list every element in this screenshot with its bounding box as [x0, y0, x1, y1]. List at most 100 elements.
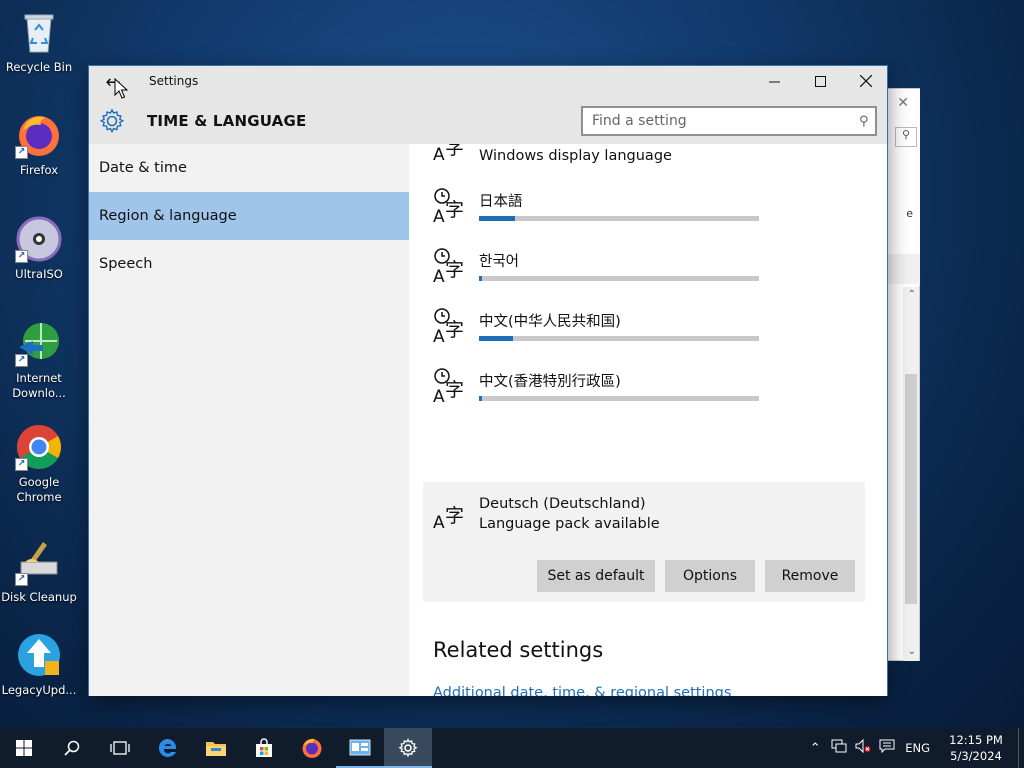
control-panel-icon [349, 739, 371, 756]
language-item[interactable]: A 字 日本語 [433, 186, 863, 246]
title-bar: ← Settings TIME & LANGUAGE ⚲ [89, 66, 887, 144]
windows-logo-icon [16, 740, 32, 756]
progress-fill [479, 396, 482, 401]
svg-text:字: 字 [445, 379, 464, 401]
close-icon [860, 75, 872, 87]
additional-regional-settings-link[interactable]: Additional date, time, & regional settin… [433, 685, 731, 696]
desktop-icon-label: Google Chrome [16, 475, 62, 504]
shortcut-arrow-icon: ↗ [15, 354, 28, 367]
language-item[interactable]: A 字 中文(中华人民共和国) [433, 306, 863, 366]
sidebar-item-date-time[interactable]: Date & time [89, 144, 409, 192]
firefox-icon [302, 738, 322, 758]
progress-fill [479, 216, 516, 221]
chevron-up-icon[interactable]: ⌃ [908, 289, 916, 300]
desktop-icon-ultraiso[interactable]: ↗ UltraISO [0, 215, 78, 282]
page-title: TIME & LANGUAGE [147, 112, 307, 130]
language-item[interactable]: A 字 Windows display language [433, 144, 863, 184]
desktop-icon-label: Firefox [19, 163, 59, 177]
gear-icon [99, 108, 125, 134]
svg-text:A: A [433, 267, 445, 286]
desktop-icon-recycle-bin[interactable]: Recycle Bin [0, 8, 78, 75]
firefox-icon: ↗ [15, 111, 63, 159]
language-name: 中文(中华人民共和国) [479, 314, 621, 330]
globe-download-icon: ↗ [15, 319, 63, 367]
taskbar: ⌃ ENG 12:15 PM 5/3/2024 [0, 728, 1024, 768]
svg-text:字: 字 [445, 259, 464, 281]
truncated-text: e [906, 207, 913, 220]
language-list: A 字 Windows display language A 字 日本語 A 字… [409, 144, 887, 696]
download-progress-bar [479, 336, 759, 341]
desktop-icon-internet-download-manager[interactable]: ↗ Internet Downlo... [0, 319, 78, 401]
start-button[interactable] [0, 728, 48, 768]
clock[interactable]: 12:15 PM 5/3/2024 [940, 732, 1012, 764]
taskbar-control-panel-button[interactable] [336, 728, 384, 768]
minimize-button[interactable] [751, 66, 797, 96]
task-view-button[interactable] [96, 728, 144, 768]
download-progress-bar [479, 396, 759, 401]
search-button[interactable] [48, 728, 96, 768]
volume-muted-icon[interactable] [851, 738, 875, 757]
language-icon: A 字 [433, 492, 469, 533]
search-icon[interactable]: ⚲ [895, 127, 917, 147]
sidebar-item-speech[interactable]: Speech [89, 240, 409, 288]
download-progress-bar [479, 276, 759, 281]
shortcut-arrow-icon: ↗ [15, 250, 28, 263]
chrome-icon: ↗ [15, 423, 63, 471]
shortcut-arrow-icon: ↗ [15, 458, 28, 471]
remove-button[interactable]: Remove [765, 560, 855, 592]
desktop-icon-disk-cleanup[interactable]: ↗ Disk Cleanup [0, 538, 78, 605]
svg-text:A: A [433, 513, 445, 532]
maximize-button[interactable] [797, 66, 843, 96]
sidebar-item-region-language[interactable]: Region & language [89, 192, 409, 240]
svg-text:字: 字 [445, 319, 464, 341]
taskbar-edge-button[interactable] [144, 728, 192, 768]
desktop-icon-label: Disk Cleanup [1, 590, 77, 604]
language-download-icon: A 字 [433, 306, 469, 347]
shortcut-arrow-icon: ↗ [15, 573, 28, 586]
search-icon[interactable]: ⚲ [853, 114, 875, 129]
related-settings-heading: Related settings [433, 638, 604, 662]
window-title: Settings [149, 74, 199, 88]
legacy-update-icon [15, 631, 63, 679]
options-button[interactable]: Options [665, 560, 755, 592]
search-input[interactable] [583, 108, 853, 134]
set-as-default-button[interactable]: Set as default [537, 560, 655, 592]
scrollbar-thumb[interactable] [905, 374, 917, 604]
network-icon[interactable] [827, 739, 851, 757]
taskbar-store-button[interactable] [240, 728, 288, 768]
gear-icon [398, 738, 418, 758]
language-download-icon: A 字 [433, 246, 469, 287]
taskbar-settings-button[interactable] [384, 728, 432, 768]
search-box[interactable]: ⚲ [581, 106, 877, 136]
language-name: 한국어 [479, 254, 520, 270]
svg-text:A: A [433, 207, 445, 226]
action-center-icon[interactable] [875, 739, 899, 757]
language-name: 日本語 [479, 194, 523, 210]
chevron-down-icon[interactable]: ⌄ [908, 646, 916, 657]
language-subtitle: Language pack available [479, 516, 660, 532]
chevron-up-icon[interactable]: ⌃ [803, 741, 827, 756]
language-download-icon: A 字 [433, 186, 469, 227]
close-button[interactable] [843, 66, 889, 96]
back-button[interactable]: ← [89, 66, 137, 98]
svg-text:字: 字 [445, 199, 464, 221]
language-item[interactable]: A 字 中文(香港特別行政區) [433, 366, 863, 426]
sidebar: Date & time Region & language Speech [89, 144, 409, 696]
taskbar-file-explorer-button[interactable] [192, 728, 240, 768]
taskbar-firefox-button[interactable] [288, 728, 336, 768]
folder-icon [206, 742, 226, 756]
desktop-icon-google-chrome[interactable]: ↗ Google Chrome [0, 423, 78, 505]
input-language-indicator[interactable]: ENG [905, 741, 930, 755]
disc-icon: ↗ [15, 215, 63, 263]
show-desktop-button[interactable] [1018, 728, 1024, 768]
desktop-icon-firefox[interactable]: ↗ Firefox [0, 111, 78, 178]
close-icon[interactable]: ✕ [897, 95, 909, 111]
desktop-icon-label: Recycle Bin [5, 60, 73, 74]
edge-icon [158, 738, 177, 757]
task-view-icon [110, 741, 130, 755]
language-item[interactable]: A 字 Deutsch (Deutschland) Language pack … [433, 492, 863, 552]
language-item[interactable]: A 字 한국어 [433, 246, 863, 306]
selected-language-card[interactable]: A 字 Deutsch (Deutschland) Language pack … [423, 482, 865, 602]
clock-time: 12:15 PM [949, 733, 1003, 747]
desktop-icon-legacyupdate[interactable]: LegacyUpd... [0, 631, 78, 698]
